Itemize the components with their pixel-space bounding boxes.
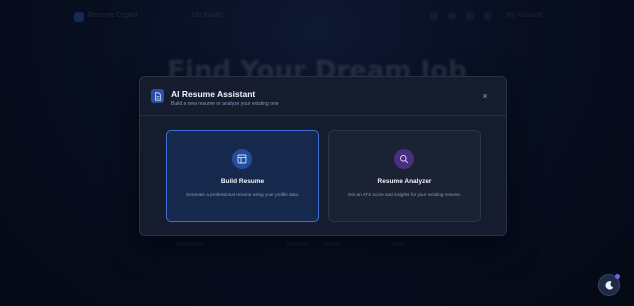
- resume-analyzer-option[interactable]: Resume Analyzer Get an ATS score and ins…: [328, 130, 481, 222]
- theme-toggle-button[interactable]: [598, 274, 620, 296]
- document-icon: [151, 89, 164, 103]
- notification-dot: [615, 274, 620, 279]
- layout-icon: [232, 149, 252, 169]
- modal-header: AI Resume Assistant Build a new resume o…: [140, 77, 506, 116]
- build-resume-description: Generate a professional resume using you…: [185, 192, 300, 197]
- build-resume-option[interactable]: Build Resume Generate a professional res…: [166, 130, 319, 222]
- ai-resume-assistant-modal: AI Resume Assistant Build a new resume o…: [139, 76, 507, 236]
- moon-icon: [605, 280, 613, 290]
- close-button[interactable]: ×: [480, 91, 490, 101]
- resume-analyzer-title: Resume Analyzer: [377, 178, 432, 185]
- modal-subtitle: Build a new resume or analyze your exist…: [171, 101, 279, 107]
- modal-title: AI Resume Assistant: [171, 89, 256, 99]
- search-icon: [394, 149, 414, 169]
- build-resume-title: Build Resume: [220, 178, 265, 185]
- resume-analyzer-description: Get an ATS score and insights for your e…: [347, 192, 462, 197]
